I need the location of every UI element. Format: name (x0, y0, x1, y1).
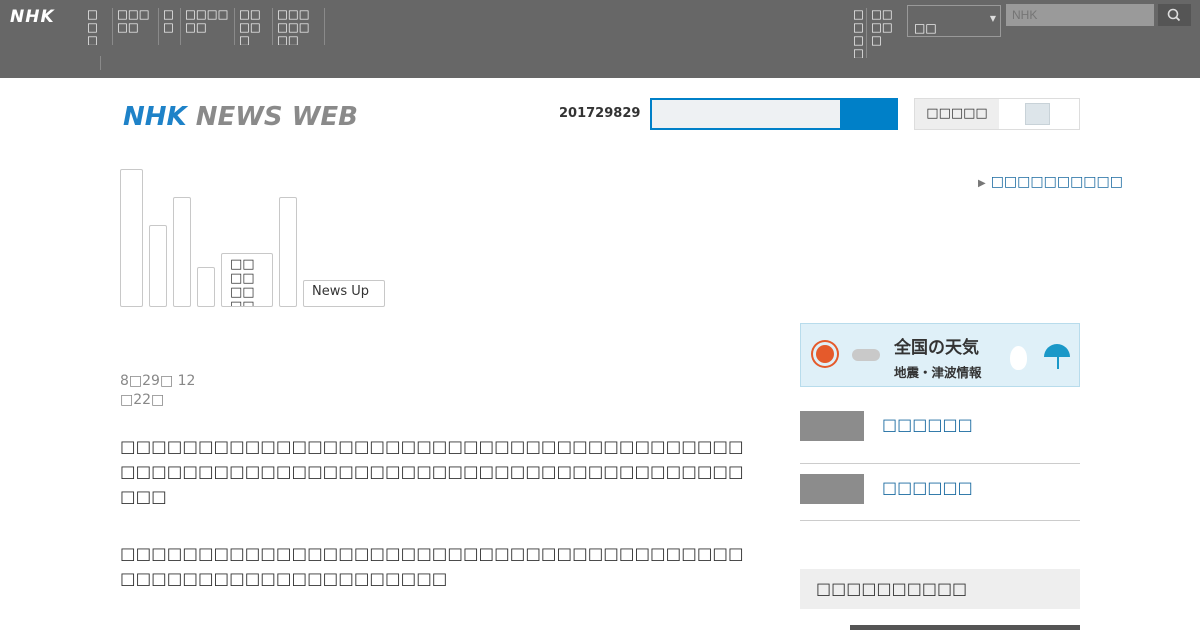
category-tab[interactable] (197, 267, 215, 307)
weather-title: 全国の天気 (894, 338, 979, 358)
brand-nhk: NHK (123, 102, 187, 132)
global-header: NHK □□□ □ □□□□ □ □ □ □□□□□ □ □□□□ □ □□□□□□□ □ … (0, 0, 1200, 78)
current-date: 201729829 (559, 106, 641, 121)
sidebar-list-bar (850, 625, 1080, 630)
language-select-value: □□ (914, 21, 937, 35)
cloud-icon (852, 349, 880, 361)
global-nav-item[interactable]: □□□□ (83, 8, 113, 45)
category-tab[interactable] (279, 197, 297, 307)
sidebar-item-thumbnail (800, 411, 864, 441)
category-tab-news-up[interactable]: News Up (303, 280, 385, 307)
article-paragraph: □□□□□□□□□□□□□□□□□□□□□□□□□□□□□□□□□□□□□□□□… (120, 437, 744, 506)
sun-icon (816, 345, 834, 363)
global-nav-item[interactable]: □□□□ (849, 8, 867, 58)
global-nav-item[interactable]: □□ (159, 8, 181, 45)
brand-news-web: NEWS WEB (195, 102, 358, 132)
nhk-search-button[interactable] (1158, 4, 1191, 26)
news-web-logo[interactable]: NHK NEWS WEB (123, 102, 358, 132)
global-nav-item[interactable]: □□□□□ (113, 8, 159, 45)
triangle-right-icon: ▶ (978, 178, 986, 189)
global-nav-item[interactable]: □□□□□ (235, 8, 273, 45)
umbrella-icon (1044, 344, 1070, 357)
subpage-link[interactable]: ▶ □□□□□□□□□□ (978, 174, 1123, 190)
global-nav-item[interactable]: □□□□□ (867, 8, 907, 58)
category-tab[interactable] (149, 225, 167, 307)
nav-divider (100, 56, 101, 70)
category-tab[interactable] (120, 169, 143, 307)
global-nav-item[interactable]: □□□□□□ (181, 8, 235, 45)
earthquake-tsunami-label: 地震・津波情報 (894, 365, 982, 380)
category-tab[interactable] (173, 197, 191, 307)
category-tab[interactable]: □□□□□□□□□□ (221, 253, 273, 307)
sidebar-item-thumbnail (800, 474, 864, 504)
text-size-control: □□□□□ (914, 98, 1080, 130)
sidebar-item[interactable]: □□□□□□ (800, 458, 1080, 521)
global-nav-item[interactable]: □□□□□□□□ (273, 8, 325, 45)
article-date: 8□29□ 12 □22□ (120, 372, 200, 410)
site-search-input[interactable] (650, 98, 842, 130)
weather-banner[interactable]: 全国の天気 地震・津波情報 (800, 323, 1080, 387)
sidebar-section-heading: □□□□□□□□□□ (800, 569, 1080, 609)
text-size-label: □□□□□ (915, 99, 999, 129)
subpage-link-label: □□□□□□□□□□ (990, 174, 1123, 190)
article-paragraph: □□□□□□□□□□□□□□□□□□□□□□□□□□□□□□□□□□□□□□□□… (120, 544, 744, 588)
nhk-logo[interactable]: NHK (10, 7, 55, 27)
snowman-icon (1010, 346, 1027, 370)
global-nav-right: □□□□ □□□□□ (849, 8, 907, 58)
article-date-line: 8□29□ 12 (120, 373, 196, 389)
sidebar-item[interactable]: □□□□□□ (800, 401, 1080, 464)
nhk-search-input[interactable] (1006, 4, 1154, 26)
sidebar-item-label[interactable]: □□□□□□ (882, 478, 973, 497)
chevron-down-icon: ▼ (989, 14, 996, 23)
language-select[interactable]: □□ ▼ (907, 5, 1001, 37)
text-size-toggle[interactable] (1025, 103, 1050, 125)
umbrella-handle (1057, 357, 1059, 369)
site-search-button[interactable] (841, 98, 898, 130)
article-time-line: □22□ (120, 392, 165, 408)
global-nav: □□□□ □□□□□ □□ □□□□□□ □□□□□ □□□□□□□□ (83, 8, 325, 45)
search-icon (1167, 8, 1181, 22)
sidebar-item-label[interactable]: □□□□□□ (882, 415, 973, 434)
